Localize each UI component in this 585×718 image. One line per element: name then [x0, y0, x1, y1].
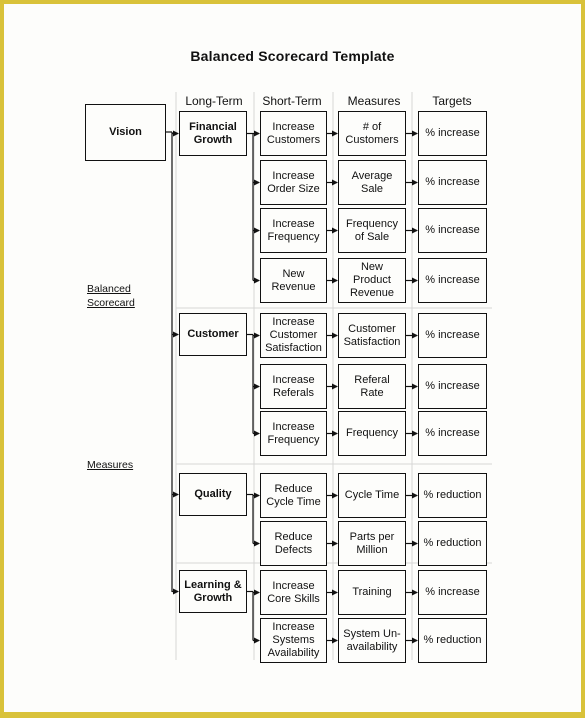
short-term-box: Reduce Cycle Time: [260, 473, 327, 518]
short-term-box: Increase Frequency: [260, 208, 327, 253]
target-box: % increase: [418, 111, 487, 156]
short-term-box: Increase Core Skills: [260, 570, 327, 615]
measure-box: Referal Rate: [338, 364, 406, 409]
perspective-box: Quality: [179, 473, 247, 516]
vision-box: Vision: [85, 104, 166, 161]
short-term-box: Increase Customers: [260, 111, 327, 156]
measure-box: Frequency: [338, 411, 406, 456]
target-box: % increase: [418, 258, 487, 303]
measure-box: Frequency of Sale: [338, 208, 406, 253]
short-term-box: Increase Systems Availability: [260, 618, 327, 663]
short-term-box: Increase Order Size: [260, 160, 327, 205]
target-box: % increase: [418, 364, 487, 409]
measure-box: Cycle Time: [338, 473, 406, 518]
short-term-box: Increase Frequency: [260, 411, 327, 456]
short-term-box: Increase Customer Satisfaction: [260, 313, 327, 358]
measure-box: # of Customers: [338, 111, 406, 156]
target-box: % increase: [418, 570, 487, 615]
perspective-box: Financial Growth: [179, 111, 247, 156]
short-term-box: New Revenue: [260, 258, 327, 303]
measure-box: New Product Revenue: [338, 258, 406, 303]
target-box: % increase: [418, 208, 487, 253]
target-box: % reduction: [418, 521, 487, 566]
measure-box: Customer Satisfaction: [338, 313, 406, 358]
measure-box: Average Sale: [338, 160, 406, 205]
short-term-box: Increase Referals: [260, 364, 327, 409]
target-box: % increase: [418, 313, 487, 358]
target-box: % increase: [418, 411, 487, 456]
perspective-box: Customer: [179, 313, 247, 356]
target-box: % reduction: [418, 618, 487, 663]
short-term-box: Reduce Defects: [260, 521, 327, 566]
measure-box: Training: [338, 570, 406, 615]
measure-box: System Un- availability: [338, 618, 406, 663]
target-box: % reduction: [418, 473, 487, 518]
target-box: % increase: [418, 160, 487, 205]
measure-box: Parts per Million: [338, 521, 406, 566]
perspective-box: Learning & Growth: [179, 570, 247, 613]
